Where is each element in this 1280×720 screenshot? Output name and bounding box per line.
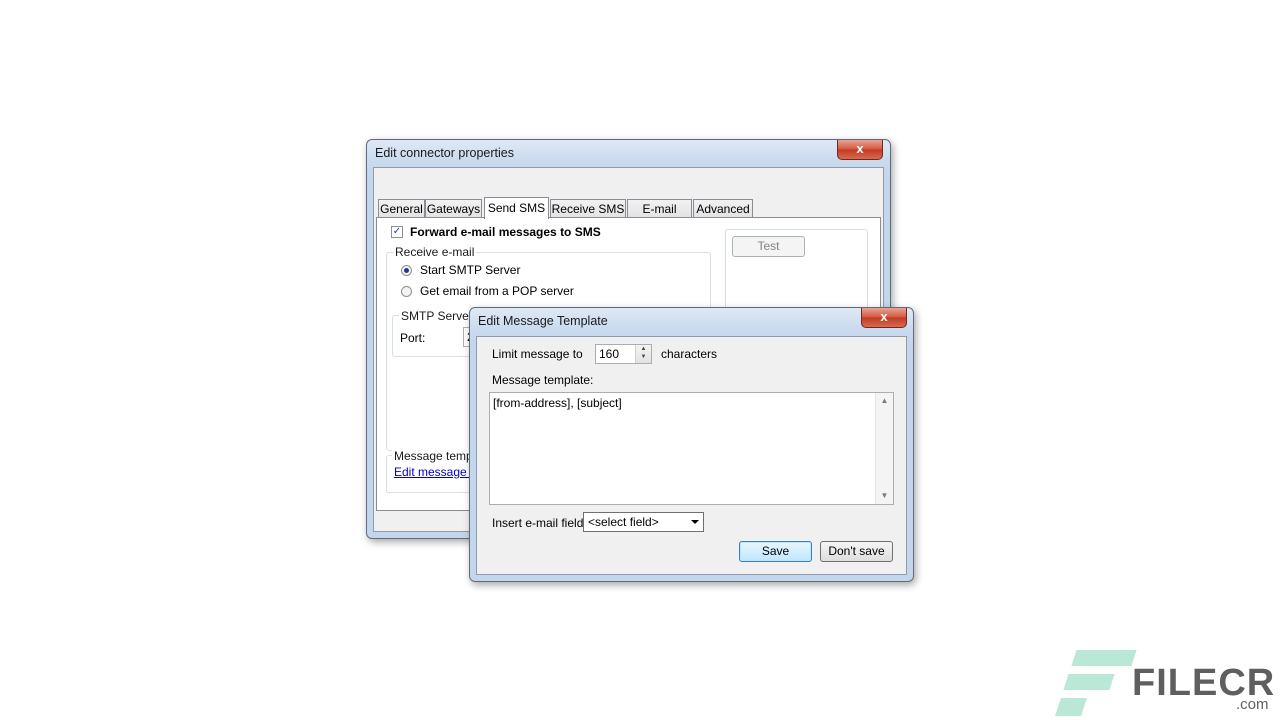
chevron-down-icon [691, 520, 699, 524]
test-button[interactable]: Test [732, 236, 805, 257]
radio-start-smtp[interactable] [401, 265, 412, 276]
insert-field-value: <select field> [588, 515, 659, 529]
save-button[interactable]: Save [739, 541, 812, 562]
tab-send-sms[interactable]: Send SMS [484, 197, 549, 219]
message-template-label: Message template: [492, 373, 594, 387]
limit-message-value: 160 [599, 347, 620, 361]
template-client-area: Limit message to 160 ▲ ▼ characters Messa… [476, 336, 907, 575]
template-dialog-title: Edit Message Template [478, 314, 608, 328]
connector-window-title: Edit connector properties [375, 146, 514, 160]
limit-unit-label: characters [661, 347, 718, 361]
smtp-server-group-label: SMTP Server [399, 309, 475, 323]
tab-gateways[interactable]: Gateways [425, 199, 482, 217]
port-label: Port: [400, 331, 426, 345]
scroll-up-arrow[interactable]: ▲ [876, 393, 893, 409]
edit-message-template-link[interactable]: Edit message te [394, 465, 480, 479]
radio-pop-server[interactable] [401, 286, 412, 297]
receive-email-group-label: Receive e-mail [393, 245, 477, 259]
limit-message-label: Limit message to [492, 347, 583, 361]
radio-pop-server-label[interactable]: Get email from a POP server [420, 284, 574, 298]
tab-general[interactable]: General [378, 199, 425, 217]
radio-start-smtp-label[interactable]: Start SMTP Server [420, 263, 520, 277]
limit-spin-arrows[interactable]: ▲ ▼ [635, 345, 651, 363]
forward-checkbox-label: Forward e-mail messages to SMS [410, 225, 601, 239]
watermark-logo-mark [1055, 698, 1087, 716]
insert-field-select[interactable]: <select field> [583, 512, 704, 532]
tab-email-client[interactable]: E-mail client [627, 199, 692, 234]
template-scrollbar[interactable]: ▲ ▼ [875, 393, 893, 504]
scroll-down-arrow[interactable]: ▼ [876, 488, 893, 504]
dont-save-button[interactable]: Don't save [820, 541, 893, 562]
tab-advanced[interactable]: Advanced [693, 199, 753, 217]
forward-checkbox[interactable]: ✓ [391, 226, 403, 238]
connector-close-button[interactable]: x [837, 140, 883, 160]
filecr-watermark: FILECR .com [1055, 650, 1276, 718]
watermark-logo-mark [1063, 674, 1115, 690]
message-template-text: [from-address], [subject] [493, 396, 622, 410]
watermark-logo-mark [1071, 650, 1137, 666]
message-template-textarea[interactable]: [from-address], [subject] ▲ ▼ [489, 392, 894, 505]
limit-message-spinner[interactable]: 160 ▲ ▼ [595, 344, 652, 364]
message-template-dialog: Edit Message Template x Limit message to… [469, 307, 914, 582]
watermark-domain: .com [1236, 696, 1269, 713]
template-close-button[interactable]: x [861, 308, 907, 328]
tab-receive-sms[interactable]: Receive SMS [550, 199, 626, 217]
insert-field-label: Insert e-mail field: [492, 516, 587, 530]
